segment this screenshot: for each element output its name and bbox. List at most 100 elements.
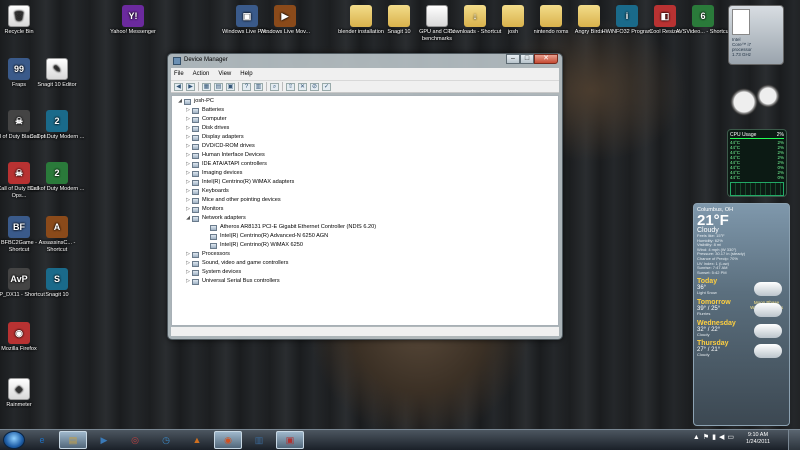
desktop-icon[interactable]: ✎ Snagit 10 Editor	[28, 58, 86, 89]
tree-node[interactable]: ▷ Universal Serial Bus controllers	[172, 277, 558, 286]
uninstall-icon[interactable]: ✕	[298, 82, 307, 91]
desktop-icon[interactable]: A AssassinsC... - Shortcut	[28, 216, 86, 253]
desktop-icon[interactable]: 2 Call of Duty Modern ...	[28, 162, 86, 193]
taskbar-app-icon[interactable]: ▣	[276, 431, 304, 449]
expand-toggle-icon[interactable]: ▷	[184, 196, 192, 205]
tree-node[interactable]: ▷ Display adapters	[172, 133, 558, 142]
expand-toggle-icon[interactable]: ▷	[184, 277, 192, 286]
tree-node-label: Processors	[202, 251, 230, 257]
desktop-icon[interactable]: ▶ Windows Live Mov...	[256, 5, 314, 36]
expand-toggle-icon[interactable]: ▷	[184, 178, 192, 187]
tree-node[interactable]: ▷ Computer	[172, 115, 558, 124]
expand-toggle-icon[interactable]: ◢	[184, 214, 192, 223]
power-icon[interactable]: ▭	[727, 433, 734, 441]
tree-node[interactable]: ▷ Keyboards	[172, 187, 558, 196]
desktop-icon[interactable]: Y! Yahoo! Messenger	[104, 5, 162, 36]
expand-toggle-icon[interactable]: ▷	[184, 151, 192, 160]
tree-node[interactable]: ▷ Intel(R) Centrino(R) WiMAX adapters	[172, 178, 558, 187]
expand-toggle-icon[interactable]: ◢	[176, 97, 184, 106]
properties-icon[interactable]: ▤	[214, 82, 223, 91]
forward-icon[interactable]: ▶	[186, 82, 195, 91]
desktop-icon-image: 2	[46, 162, 68, 184]
tree-node[interactable]: ◢ josh-PC	[172, 97, 558, 106]
tree-node[interactable]: ▷ IDE ATA/ATAPI controllers	[172, 160, 558, 169]
tree-node[interactable]: Atheros AR8131 PCI-E Gigabit Ethernet Co…	[172, 223, 558, 232]
tree-node[interactable]: ▷ Monitors	[172, 205, 558, 214]
expand-toggle-icon[interactable]: ▷	[184, 169, 192, 178]
scan-hardware-icon[interactable]: ⌕	[270, 82, 279, 91]
expand-toggle-icon[interactable]: ▷	[184, 205, 192, 214]
device-category-icon	[192, 206, 199, 213]
desktop-icon[interactable]: S Snagit 10	[28, 268, 86, 299]
view-icon[interactable]: ▥	[254, 82, 263, 91]
desktop-icon-image: 6	[692, 5, 714, 27]
disable-icon[interactable]: ⊘	[310, 82, 319, 91]
taskbar-app-icon[interactable]: e	[28, 431, 56, 449]
tree-node[interactable]: ▷ Batteries	[172, 106, 558, 115]
desktop-icon[interactable]: ◉ Mozilla Firefox	[0, 322, 48, 353]
cpu-core-row: 44°C 0%	[730, 175, 784, 180]
network-icon[interactable]: ▮	[712, 433, 716, 441]
taskbar-app-icon[interactable]: ▥	[245, 431, 273, 449]
tree-node-label: Human Interface Devices	[202, 152, 265, 158]
menu-action[interactable]: Action	[193, 71, 210, 77]
device-category-icon	[192, 260, 199, 267]
volume-icon[interactable]: ◀	[719, 433, 724, 441]
cloud-icon	[754, 282, 782, 297]
desktop-icon[interactable]: 2 Call of Duty Modern ...	[28, 110, 86, 141]
start-button[interactable]	[3, 431, 25, 449]
expand-toggle-icon[interactable]: ▷	[184, 142, 192, 151]
tree-node[interactable]: ▷ Processors	[172, 250, 558, 259]
expand-toggle-icon[interactable]: ▷	[184, 259, 192, 268]
show-hidden-icons-icon[interactable]: ▲	[693, 434, 700, 441]
tree-node[interactable]: ◢ Network adapters	[172, 214, 558, 223]
desktop-icon[interactable]: ◆ Rainmeter	[0, 378, 48, 409]
taskbar-app-icon[interactable]: ◉	[214, 431, 242, 449]
device-category-icon	[192, 143, 199, 150]
taskbar-app-icon[interactable]: ◷	[152, 431, 180, 449]
expand-toggle-icon[interactable]: ▷	[184, 124, 192, 133]
help-icon[interactable]: ?	[242, 82, 251, 91]
taskbar-app-icon[interactable]: ▶	[90, 431, 118, 449]
device-manager-window[interactable]: Device Manager – □ ✕ File Action View He…	[167, 53, 563, 340]
title-bar[interactable]: Device Manager – □ ✕	[168, 54, 562, 68]
back-icon[interactable]: ◀	[174, 82, 183, 91]
tree-node[interactable]: ▷ System devices	[172, 268, 558, 277]
flag-icon[interactable]: ⚑	[703, 433, 709, 441]
show-desktop-button[interactable]	[788, 430, 800, 450]
taskbar-app-icon[interactable]: ▲	[183, 431, 211, 449]
maximize-button[interactable]: □	[520, 54, 534, 64]
menu-file[interactable]: File	[174, 71, 184, 77]
tree-node[interactable]: ▷ Imaging devices	[172, 169, 558, 178]
expand-toggle-icon[interactable]: ▷	[184, 268, 192, 277]
update-driver-icon[interactable]: ⇧	[286, 82, 295, 91]
clock[interactable]: 9:10 AM 1/24/2011	[746, 432, 770, 446]
expand-toggle-icon[interactable]: ▷	[184, 250, 192, 259]
tree-node[interactable]: ▷ DVD/CD-ROM drives	[172, 142, 558, 151]
tree-node[interactable]: ▷ Mice and other pointing devices	[172, 196, 558, 205]
tree-node[interactable]: ▷ Sound, video and game controllers	[172, 259, 558, 268]
menu-view[interactable]: View	[218, 71, 231, 77]
enable-icon[interactable]: ✓	[322, 82, 331, 91]
taskbar-app-icon[interactable]: ▤	[59, 431, 87, 449]
desktop-icon[interactable]: 🗑 Recycle Bin	[0, 5, 48, 36]
expand-toggle-icon[interactable]: ▷	[184, 115, 192, 124]
taskbar-app-icon[interactable]: ◎	[121, 431, 149, 449]
expand-toggle-icon[interactable]: ▷	[184, 133, 192, 142]
expand-toggle-icon[interactable]: ▷	[184, 160, 192, 169]
minimize-button[interactable]: –	[506, 54, 520, 64]
tree-node[interactable]: Intel(R) Centrino(R) Advanced-N 6250 AGN	[172, 232, 558, 241]
menu-help[interactable]: Help	[240, 71, 252, 77]
tree-node[interactable]: ▷ Disk drives	[172, 124, 558, 133]
expand-toggle-icon[interactable]: ▷	[184, 106, 192, 115]
tree-node-label: Atheros AR8131 PCI-E Gigabit Ethernet Co…	[220, 224, 377, 230]
desktop-icon-label: Recycle Bin	[4, 29, 34, 35]
tree-node-label: Computer	[202, 116, 227, 122]
refresh-icon[interactable]: ▣	[226, 82, 235, 91]
tree-node[interactable]: ▷ Human Interface Devices	[172, 151, 558, 160]
expand-toggle-icon[interactable]: ▷	[184, 187, 192, 196]
desktop-icon[interactable]: 6 AVSVideo... - Shortcut	[674, 5, 732, 36]
tree-node[interactable]: Intel(R) Centrino(R) WiMAX 6250	[172, 241, 558, 250]
show-hide-tree-icon[interactable]: ▦	[202, 82, 211, 91]
close-button[interactable]: ✕	[534, 54, 558, 64]
